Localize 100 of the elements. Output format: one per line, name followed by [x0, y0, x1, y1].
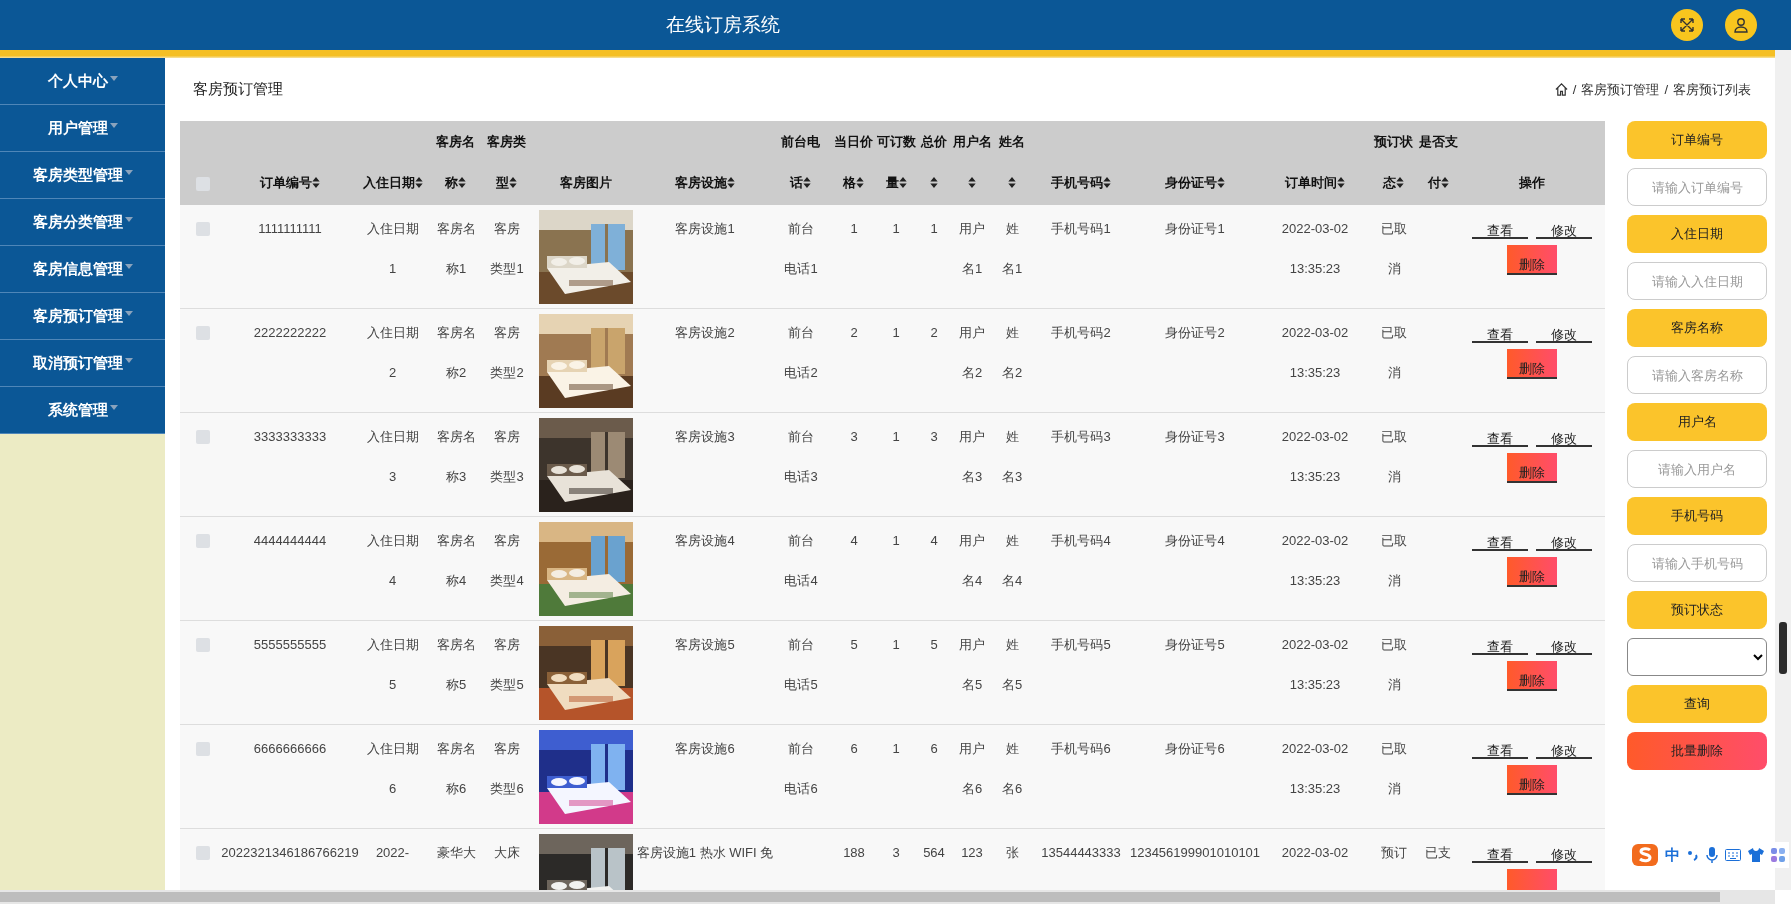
table-cell-text: 2022-03-02 — [1281, 844, 1349, 862]
view-button[interactable]: 查看 — [1471, 731, 1528, 759]
sort-icon[interactable] — [856, 177, 865, 188]
column-header[interactable]: 是否支付 — [1418, 121, 1458, 203]
sidebar-item[interactable]: 客房类型管理 — [0, 152, 165, 199]
sidebar-item[interactable]: 用户管理 — [0, 105, 165, 152]
delete-button[interactable]: 删除 — [1506, 557, 1557, 587]
caret-icon[interactable] — [124, 263, 133, 269]
row-checkbox[interactable] — [195, 742, 210, 756]
caret-icon[interactable] — [124, 169, 133, 175]
caret-icon[interactable] — [124, 216, 133, 222]
view-button[interactable]: 查看 — [1471, 419, 1528, 447]
input-field[interactable]: 请输入订单编号 — [1627, 168, 1767, 206]
keyboard-icon[interactable] — [1725, 849, 1741, 861]
column-header[interactable]: 姓名 — [997, 121, 1027, 203]
edit-button[interactable]: 修改 — [1535, 523, 1592, 551]
ime-logo-icon[interactable] — [1632, 844, 1658, 866]
view-button[interactable]: 查看 — [1471, 211, 1528, 239]
row-checkbox[interactable] — [195, 534, 210, 548]
column-header[interactable]: 入住日期 — [362, 162, 423, 203]
view-button[interactable]: 查看 — [1471, 627, 1528, 655]
sidebar-item[interactable]: 客房信息管理 — [0, 246, 165, 293]
caret-icon[interactable] — [109, 75, 118, 81]
column-header[interactable]: 订单编号 — [260, 162, 320, 203]
row-checkbox[interactable] — [195, 430, 210, 444]
ime-mode-toggle[interactable]: 中 — [1665, 845, 1680, 865]
sort-icon[interactable] — [1008, 177, 1016, 188]
edit-button[interactable]: 修改 — [1535, 315, 1592, 343]
delete-button[interactable]: 删除 — [1506, 349, 1557, 379]
input-field[interactable]: 请输入客房名称 — [1627, 356, 1767, 394]
column-header[interactable]: 客房设施 — [675, 162, 735, 203]
row-checkbox[interactable] — [195, 326, 210, 340]
sidebar-item[interactable]: 个人中心 — [0, 58, 165, 105]
select-all-checkbox[interactable] — [195, 177, 210, 191]
user-icon[interactable] — [1725, 9, 1757, 41]
microphone-icon[interactable] — [1706, 847, 1718, 863]
column-header[interactable]: 用户名 — [952, 121, 992, 203]
edit-button[interactable]: 修改 — [1535, 835, 1592, 863]
sidebar-item[interactable]: 取消预订管理 — [0, 340, 165, 387]
caret-icon[interactable] — [109, 122, 118, 128]
sort-icon[interactable] — [312, 177, 320, 188]
row-checkbox[interactable] — [195, 638, 210, 652]
sort-icon[interactable] — [458, 177, 467, 188]
column-header[interactable]: 身份证号 — [1165, 162, 1225, 203]
breadcrumb-link[interactable]: 客房预订管理 — [1581, 80, 1660, 99]
delete-button[interactable]: 删除 — [1506, 765, 1557, 795]
input-field[interactable]: 请输入入住日期 — [1627, 262, 1767, 300]
sidebar-item[interactable]: 客房分类管理 — [0, 199, 165, 246]
sort-icon[interactable] — [898, 177, 907, 188]
row-checkbox[interactable] — [195, 222, 210, 236]
sort-icon[interactable] — [1103, 177, 1111, 188]
sort-icon[interactable] — [930, 177, 938, 188]
sort-icon[interactable] — [968, 177, 976, 188]
sort-icon[interactable] — [414, 177, 423, 188]
delete-button[interactable]: 删除 — [1506, 245, 1557, 275]
edit-button[interactable]: 修改 — [1535, 211, 1592, 239]
view-button[interactable]: 查看 — [1471, 835, 1528, 863]
status-dropdown[interactable] — [1627, 638, 1767, 676]
caret-icon[interactable] — [109, 404, 118, 410]
edit-button[interactable]: 修改 — [1535, 731, 1592, 759]
sort-icon[interactable] — [1440, 177, 1449, 188]
batch-delete-button[interactable]: 批量删除 — [1627, 732, 1767, 770]
view-button[interactable]: 查看 — [1471, 523, 1528, 551]
punctuation-icon[interactable] — [1687, 848, 1699, 862]
input-field[interactable]: 请输入手机号码 — [1627, 544, 1767, 582]
column-header[interactable]: 客房类型 — [485, 121, 529, 203]
caret-icon[interactable] — [124, 310, 133, 316]
column-header[interactable]: 手机号码 — [1051, 162, 1111, 203]
sort-icon[interactable] — [509, 177, 518, 188]
input-field[interactable]: 请输入用户名 — [1627, 450, 1767, 488]
column-header[interactable]: 订单时间 — [1285, 162, 1345, 203]
grid-icon[interactable] — [1771, 848, 1785, 862]
view-button[interactable]: 查看 — [1471, 315, 1528, 343]
column-header[interactable]: 总价 — [919, 121, 949, 203]
row-checkbox[interactable] — [195, 846, 210, 860]
delete-button[interactable]: 删除 — [1506, 661, 1557, 691]
breadcrumb-link[interactable]: 客房预订列表 — [1673, 80, 1751, 99]
caret-icon[interactable] — [124, 357, 133, 363]
sort-icon[interactable] — [1337, 177, 1345, 188]
column-header[interactable]: 可订数量 — [876, 121, 916, 203]
sort-icon[interactable] — [727, 177, 735, 188]
sort-icon[interactable] — [803, 177, 812, 188]
sidebar-item[interactable]: 系统管理 — [0, 387, 165, 434]
sort-icon[interactable] — [1217, 177, 1225, 188]
table-cell-text: 入住日期5 — [365, 636, 420, 694]
home-icon[interactable] — [1554, 83, 1568, 96]
delete-button[interactable]: 删除 — [1506, 453, 1557, 483]
horizontal-scrollbar[interactable] — [0, 890, 1775, 904]
edit-button[interactable]: 修改 — [1535, 419, 1592, 447]
sidebar-item[interactable]: 客房预订管理 — [0, 293, 165, 340]
fullscreen-icon[interactable] — [1671, 9, 1703, 41]
edit-button[interactable]: 修改 — [1535, 627, 1592, 655]
shirt-icon[interactable] — [1748, 848, 1764, 862]
vertical-scrollbar[interactable] — [1775, 50, 1791, 890]
column-header[interactable]: 前台电话 — [779, 121, 823, 203]
column-header[interactable]: 预订状态 — [1372, 121, 1416, 203]
search-button[interactable]: 查询 — [1627, 685, 1767, 723]
column-header[interactable]: 当日价格 — [832, 121, 876, 203]
sort-icon[interactable] — [1396, 177, 1405, 188]
column-header[interactable]: 客房名称 — [434, 121, 478, 203]
